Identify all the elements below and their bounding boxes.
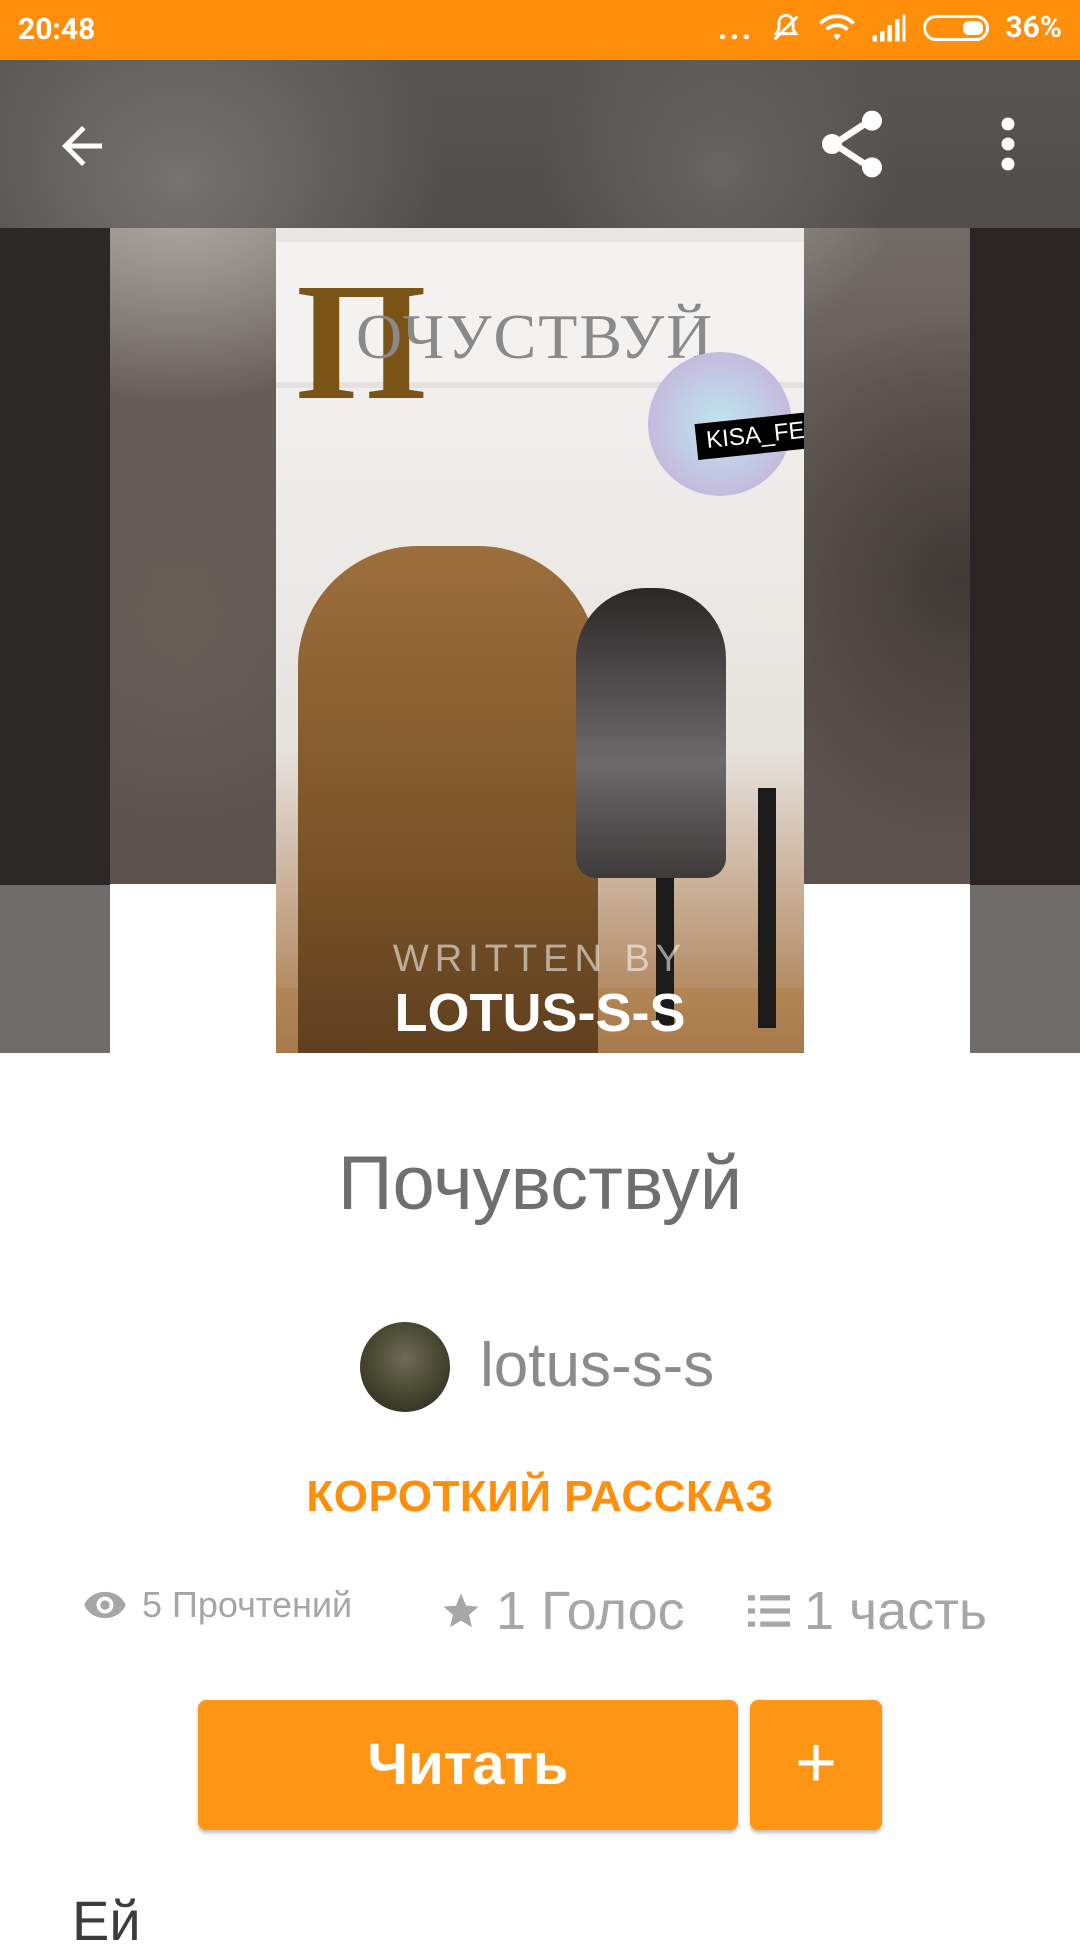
cover-author: LOTUS-S-S xyxy=(394,983,686,1043)
author-row[interactable]: lotus-s-s xyxy=(0,1322,1080,1414)
status-icons: ... 36% xyxy=(718,10,1062,45)
votes-count: 1 Голос xyxy=(496,1581,685,1641)
reads-stat: 5 Прочтений xyxy=(82,1584,352,1626)
more-options-button[interactable] xyxy=(990,114,1026,174)
read-button[interactable]: Читать xyxy=(198,1700,738,1830)
story-title: Почувствуй xyxy=(337,1141,743,1226)
story-cover-image[interactable]: П ОЧУСТВУЙ KISA_FELIX WRITTEN BY LOTUS-S… xyxy=(276,228,804,1053)
battery-icon xyxy=(923,14,990,41)
toolbar xyxy=(0,60,1080,228)
notification-dots: ... xyxy=(717,7,754,48)
add-to-library-button[interactable]: + xyxy=(750,1700,882,1830)
story-stats: 5 Прочтений 1 Голос 1 часть xyxy=(0,1580,1080,1660)
status-time: 20:48 xyxy=(18,12,96,47)
cover-written-by: WRITTEN BY xyxy=(392,938,688,980)
story-description: Ей xyxy=(72,1889,141,1952)
next-story-cover[interactable] xyxy=(970,228,1080,1053)
author-name[interactable]: lotus-s-s xyxy=(480,1330,714,1401)
votes-stat: 1 Голос xyxy=(440,1580,685,1642)
status-bar: 20:48 ... 36% xyxy=(0,0,1080,60)
list-icon xyxy=(748,1595,790,1627)
arrow-left-icon xyxy=(62,126,102,166)
cover-figure-woman xyxy=(576,588,726,878)
battery-percent: 36% xyxy=(1005,10,1062,45)
signal-icon xyxy=(872,14,906,41)
author-avatar[interactable] xyxy=(360,1322,450,1412)
more-vert-icon xyxy=(1001,117,1015,171)
story-category[interactable]: КОРОТКИЙ РАССКАЗ xyxy=(0,1472,1080,1522)
share-button[interactable] xyxy=(812,104,892,184)
cover-title-text: ОЧУСТВУЙ xyxy=(356,301,715,372)
share-icon xyxy=(822,110,882,178)
reads-count: 5 Прочтений xyxy=(142,1584,353,1625)
parts-count: 1 часть xyxy=(804,1581,988,1641)
previous-story-cover[interactable] xyxy=(0,228,110,1053)
star-icon xyxy=(443,1593,479,1628)
back-button[interactable] xyxy=(52,116,112,176)
mute-icon xyxy=(773,13,799,40)
eye-icon xyxy=(84,1591,126,1619)
parts-stat: 1 часть xyxy=(748,1580,987,1642)
wifi-icon xyxy=(819,13,856,40)
